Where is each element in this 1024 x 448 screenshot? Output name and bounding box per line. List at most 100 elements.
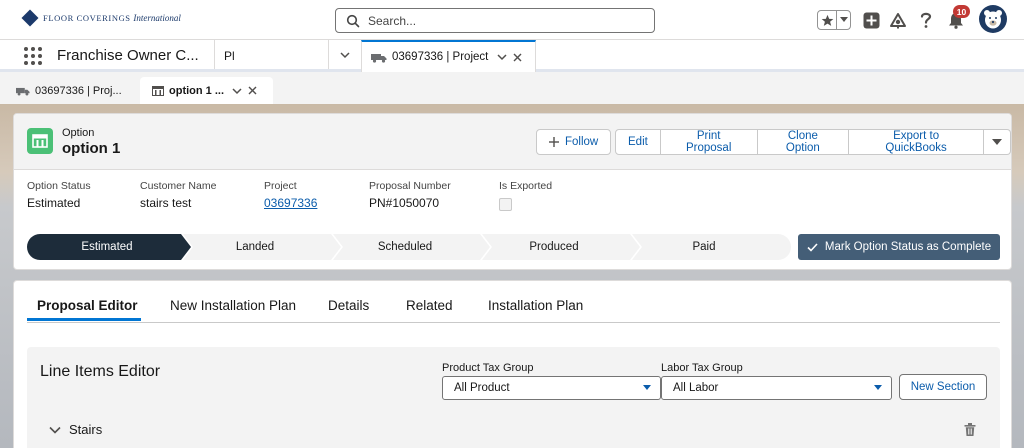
follow-button-group: Follow: [536, 129, 612, 155]
product-tax-label: Product Tax Group: [442, 362, 534, 374]
record-tabs-card: Proposal Editor New Installation Plan De…: [13, 280, 1012, 448]
record-title: option 1: [62, 140, 121, 157]
path-stage-label: Landed: [235, 241, 275, 253]
is-exported-checkbox: [499, 198, 512, 211]
workspace-subtab-bar: 03697336 | Proj... option 1 ...: [0, 72, 1024, 104]
tab-installation-plan[interactable]: Installation Plan: [488, 298, 583, 313]
option-record-icon: [27, 128, 53, 154]
bear-avatar-icon: [984, 10, 1002, 29]
active-tab-indicator: [27, 318, 141, 321]
labor-tax-label: Labor Tax Group: [661, 362, 743, 374]
nav-divider: [328, 40, 329, 69]
subtab-option[interactable]: option 1 ...: [140, 77, 273, 104]
select-value: All Labor: [673, 382, 719, 394]
help-icon[interactable]: [916, 10, 936, 30]
chevron-down-icon[interactable]: [49, 426, 61, 434]
chevron-down-icon: [643, 385, 651, 390]
labor-tax-select[interactable]: All Labor: [661, 376, 892, 400]
chevron-down-icon[interactable]: [232, 86, 242, 96]
trash-icon[interactable]: [964, 423, 976, 436]
chevron-down-icon: [992, 138, 1002, 145]
truck-icon: [16, 87, 30, 95]
tab-proposal-editor[interactable]: Proposal Editor: [37, 298, 138, 313]
field-customer-name: Customer Name stairs test: [140, 180, 216, 210]
logo-text: FLOOR COVERINGS International: [43, 13, 181, 23]
new-section-button[interactable]: New Section: [899, 374, 987, 400]
close-icon[interactable]: [248, 86, 257, 95]
project-link[interactable]: 03697336: [264, 196, 317, 210]
section-name: Stairs: [69, 422, 103, 437]
option-record-icon: [152, 85, 164, 96]
logo-diamond-icon: [21, 9, 39, 27]
app-name: Franchise Owner C...: [57, 47, 199, 64]
record-highlights-header: Option option 1 Follow Edit Print Propos…: [14, 114, 1011, 170]
tab-bar: Proposal Editor New Installation Plan De…: [27, 281, 1000, 323]
search-input[interactable]: [368, 13, 648, 28]
editor-title: Line Items Editor: [40, 363, 161, 380]
path-stage-label: Produced: [529, 241, 579, 253]
chevron-down-icon[interactable]: [339, 49, 351, 64]
field-label: Customer Name: [140, 180, 217, 192]
navigation-menu-input[interactable]: Pl: [224, 49, 235, 63]
subtab-label: 03697336 | Proj...: [35, 84, 122, 97]
mark-button-label: Mark Option Status as Complete: [824, 241, 992, 253]
subtab-label: option 1 ...: [169, 84, 224, 97]
record-actions-group: Edit Print Proposal Clone Option Export …: [615, 129, 1011, 155]
record-header-card: Option option 1 Follow Edit Print Propos…: [13, 113, 1012, 270]
setup-assistant-icon[interactable]: [888, 10, 908, 30]
follow-button[interactable]: Follow: [536, 129, 612, 155]
app-navigation-bar: Franchise Owner C... Pl 03697336 | Proje…: [0, 40, 1024, 72]
nav-divider: [214, 40, 215, 69]
notification-count-badge: 10: [953, 5, 970, 18]
subtab-project[interactable]: 03697336 | Proj...: [4, 77, 136, 104]
field-label: Option Status: [27, 180, 91, 192]
section-stairs[interactable]: Stairs: [49, 422, 102, 437]
field-label: Is Exported: [499, 180, 553, 192]
product-tax-select[interactable]: All Product: [442, 376, 661, 400]
app-launcher-icon[interactable]: [24, 47, 42, 65]
record-highlight-fields: Option Status Estimated Customer Name st…: [14, 180, 1011, 220]
follow-label: Follow: [565, 136, 599, 148]
field-proposal-number: Proposal Number PN#1050070: [369, 180, 451, 210]
field-project: Project 03697336: [264, 180, 317, 210]
mark-status-complete-button[interactable]: Mark Option Status as Complete: [798, 234, 1000, 260]
field-label: Proposal Number: [369, 180, 451, 192]
tab-project-record[interactable]: 03697336 | Project: [361, 40, 536, 72]
field-value: PN#1050070: [369, 196, 440, 210]
select-value: All Product: [454, 382, 510, 394]
user-avatar[interactable]: [979, 5, 1007, 33]
favorites-control[interactable]: [817, 10, 851, 30]
plus-icon: [549, 137, 559, 147]
tab-related[interactable]: Related: [406, 298, 453, 313]
path-stage-label: Paid: [692, 241, 716, 253]
record-type-label: Option: [62, 127, 95, 139]
field-option-status: Option Status Estimated: [27, 180, 91, 210]
line-items-editor-panel: Line Items Editor Product Tax Group All …: [27, 347, 1000, 448]
tab-label: 03697336 | Project: [392, 51, 489, 63]
chevron-down-icon[interactable]: [837, 11, 850, 29]
field-value: Estimated: [27, 196, 81, 210]
close-icon[interactable]: [513, 53, 522, 62]
truck-icon: [371, 53, 387, 63]
global-search[interactable]: [335, 8, 655, 33]
clone-option-button[interactable]: Clone Option: [757, 129, 850, 155]
print-proposal-button[interactable]: Print Proposal: [660, 129, 758, 155]
checkmark-icon: [807, 242, 818, 252]
chevron-down-icon[interactable]: [497, 52, 507, 62]
tab-new-installation-plan[interactable]: New Installation Plan: [170, 298, 296, 313]
logo[interactable]: FLOOR COVERINGS International: [21, 9, 181, 27]
export-quickbooks-button[interactable]: Export to QuickBooks: [849, 129, 984, 155]
path-stage-label: Scheduled: [377, 241, 433, 253]
path-stage-label: Estimated: [81, 241, 133, 253]
chevron-down-icon: [874, 385, 882, 390]
field-label: Project: [264, 180, 297, 192]
field-is-exported: Is Exported: [499, 180, 552, 211]
tab-details[interactable]: Details: [328, 298, 369, 313]
search-icon: [346, 14, 360, 27]
add-icon[interactable]: [861, 10, 881, 30]
global-header: FLOOR COVERINGS International 10: [0, 0, 1024, 40]
star-icon[interactable]: [818, 11, 838, 29]
field-value: stairs test: [140, 196, 192, 210]
more-actions-button[interactable]: [984, 129, 1011, 155]
edit-button[interactable]: Edit: [615, 129, 661, 155]
